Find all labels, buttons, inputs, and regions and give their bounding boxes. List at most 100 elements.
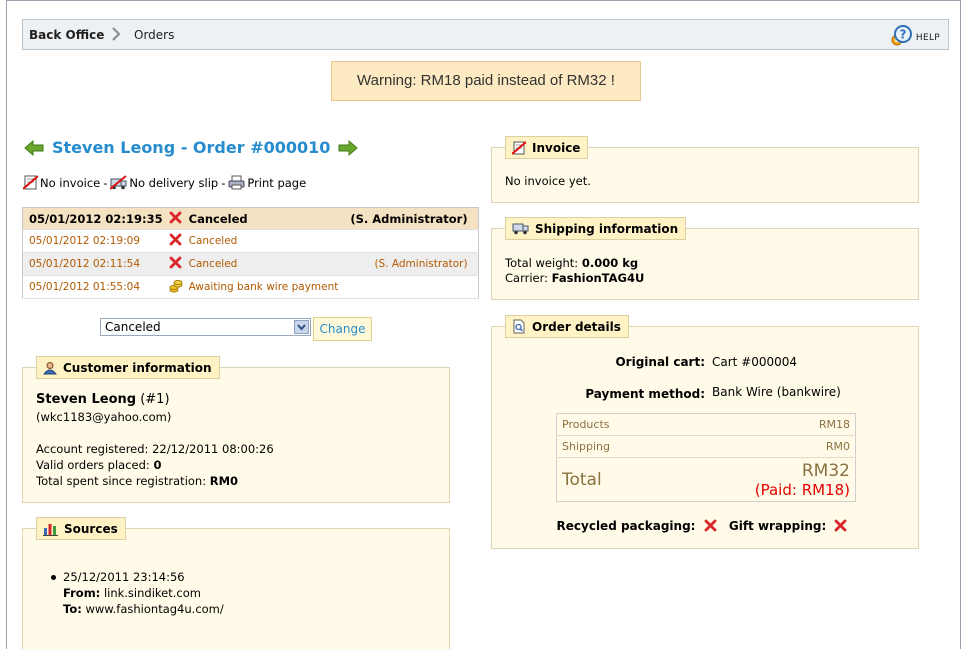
window-left-border <box>6 0 7 649</box>
account-registered-row: Account registered: 22/12/2011 08:00:26 <box>36 442 274 456</box>
customer-name-row: Steven Leong (#1) <box>36 392 170 407</box>
valid-orders-row: Valid orders placed: 0 <box>36 458 161 472</box>
table-row: 05/01/2012 01:55:04 Awaiting bank wire p… <box>22 275 479 299</box>
help-label: HELP <box>915 33 940 43</box>
no-invoice-label: No invoice <box>40 175 101 190</box>
source-from-label: From: <box>63 586 101 600</box>
table-row: Products RM18 <box>556 413 856 436</box>
order-details-title: Order details <box>532 319 621 334</box>
no-invoice-icon <box>23 175 38 190</box>
history-status: Canceled <box>182 252 345 276</box>
red-x-icon <box>704 519 717 535</box>
svg-text:?: ? <box>899 28 906 42</box>
paid-amount: (Paid: RM18) <box>754 480 850 499</box>
printer-icon[interactable] <box>228 175 245 190</box>
table-row: 05/01/2012 02:19:35 Canceled (S. Adminis… <box>22 207 479 230</box>
action-separator: - <box>103 175 108 190</box>
help-button[interactable]: ? HELP <box>889 25 940 47</box>
shipping-information-title: Shipping information <box>535 221 679 236</box>
original-cart-label: Original cart: <box>615 355 705 369</box>
invoice-legend: Invoice <box>505 136 589 159</box>
carrier-row: Carrier: FashionTAG4U <box>505 271 644 285</box>
sources-panel: Sources 25/12/2011 23:14:56 From: link.s… <box>22 517 450 649</box>
red-x-icon <box>168 207 183 230</box>
invoice-title: Invoice <box>532 140 581 155</box>
coins-icon <box>168 275 183 299</box>
window-right-border <box>960 0 961 649</box>
total-value: RM32 <box>801 460 850 481</box>
bullet <box>51 575 56 580</box>
payment-method-label: Payment method: <box>585 387 705 401</box>
chevron-right-icon <box>112 27 121 41</box>
customer-icon <box>43 361 57 374</box>
history-status: Canceled <box>182 229 345 253</box>
valid-orders-value: 0 <box>153 458 162 472</box>
red-x-icon <box>168 229 183 253</box>
next-order-arrow-icon[interactable] <box>338 139 359 156</box>
history-employee <box>344 275 479 299</box>
breadcrumb-back-office-link[interactable]: Back Office <box>29 28 104 42</box>
chevron-down-icon[interactable] <box>294 320 309 334</box>
order-history-table: 05/01/2012 02:19:35 Canceled (S. Adminis… <box>22 207 479 299</box>
order-state-select[interactable]: Canceled <box>100 318 311 336</box>
payment-method-value: Bank Wire (bankwire) <box>712 385 841 399</box>
history-status: Canceled <box>182 207 345 230</box>
gift-wrapping-label: Gift wrapping: <box>728 519 827 533</box>
change-state-button[interactable]: Change <box>313 317 372 341</box>
list-item: 25/12/2011 23:14:56 From: link.sindiket.… <box>51 569 224 617</box>
history-status: Awaiting bank wire payment <box>182 275 345 299</box>
total-spent-label: Total spent since registration: <box>36 474 207 488</box>
shipping-information-legend: Shipping information <box>505 217 687 240</box>
total-spent-row: Total spent since registration: RM0 <box>36 474 238 488</box>
customer-information-panel: Customer information Steven Leong (#1) (… <box>22 356 450 503</box>
history-date: 05/01/2012 02:19:35 <box>22 207 169 230</box>
red-x-icon <box>168 252 183 276</box>
history-date: 05/01/2012 01:55:04 <box>22 275 169 299</box>
customer-name[interactable]: Steven Leong <box>36 392 136 407</box>
source-date: 25/12/2011 23:14:56 <box>63 570 185 584</box>
table-row: Shipping RM0 <box>556 435 856 458</box>
history-date: 05/01/2012 02:19:09 <box>22 229 169 253</box>
total-label: Total <box>562 469 602 490</box>
window-top-border <box>6 0 961 3</box>
red-x-icon <box>834 519 847 535</box>
customer-id: (#1) <box>140 392 170 407</box>
delivery-truck-icon <box>512 223 529 235</box>
products-value: RM18 <box>663 413 856 436</box>
account-registered-value: 22/12/2011 08:00:26 <box>152 442 274 456</box>
document-search-icon <box>513 319 525 334</box>
source-to-label: To: <box>63 602 82 616</box>
sources-title: Sources <box>64 521 118 536</box>
total-spent-value: RM0 <box>209 474 239 488</box>
action-separator: - <box>221 175 226 190</box>
products-label: Products <box>556 413 663 436</box>
table-row: 05/01/2012 02:11:54 Canceled (S. Adminis… <box>22 252 479 276</box>
order-totals-table: Products RM18 Shipping RM0 Total RM32 (P… <box>556 413 856 502</box>
total-weight-label: Total weight: <box>505 256 579 270</box>
customer-information-title: Customer information <box>63 360 212 375</box>
customer-email[interactable]: (wkc1183@yahoo.com) <box>36 410 171 424</box>
order-details-legend: Order details <box>505 315 629 338</box>
order-details-panel: Order details Original cart: Cart #00000… <box>491 315 920 549</box>
order-title-row: Steven Leong - Order #000010 <box>24 138 359 157</box>
original-cart-link[interactable]: Cart #000004 <box>712 355 797 369</box>
sources-legend: Sources <box>36 517 126 540</box>
order-title: Steven Leong - Order #000010 <box>52 138 331 157</box>
packaging-flags-row: Recycled packaging: Gift wrapping: <box>492 519 920 535</box>
customer-information-legend: Customer information <box>36 356 220 379</box>
order-state-selected: Canceled <box>105 320 161 334</box>
source-from-value: link.sindiket.com <box>103 586 201 600</box>
table-row: 05/01/2012 02:19:09 Canceled <box>22 229 479 253</box>
carrier-label: Carrier: <box>505 271 549 285</box>
previous-order-arrow-icon[interactable] <box>24 139 44 156</box>
help-icon: ? <box>891 25 912 46</box>
invoice-panel: Invoice No invoice yet. <box>491 136 919 203</box>
print-page-link[interactable]: Print page <box>247 176 306 190</box>
no-delivery-slip-icon <box>110 175 128 190</box>
shipping-cost-label: Shipping <box>556 435 663 458</box>
history-employee: (S. Administrator) <box>344 207 479 230</box>
total-weight-value: 0.000 kg <box>581 256 639 270</box>
table-row: Total RM32 (Paid: RM18) <box>556 457 856 502</box>
bar-chart-icon <box>43 523 58 536</box>
breadcrumb-current: Orders <box>134 28 175 42</box>
